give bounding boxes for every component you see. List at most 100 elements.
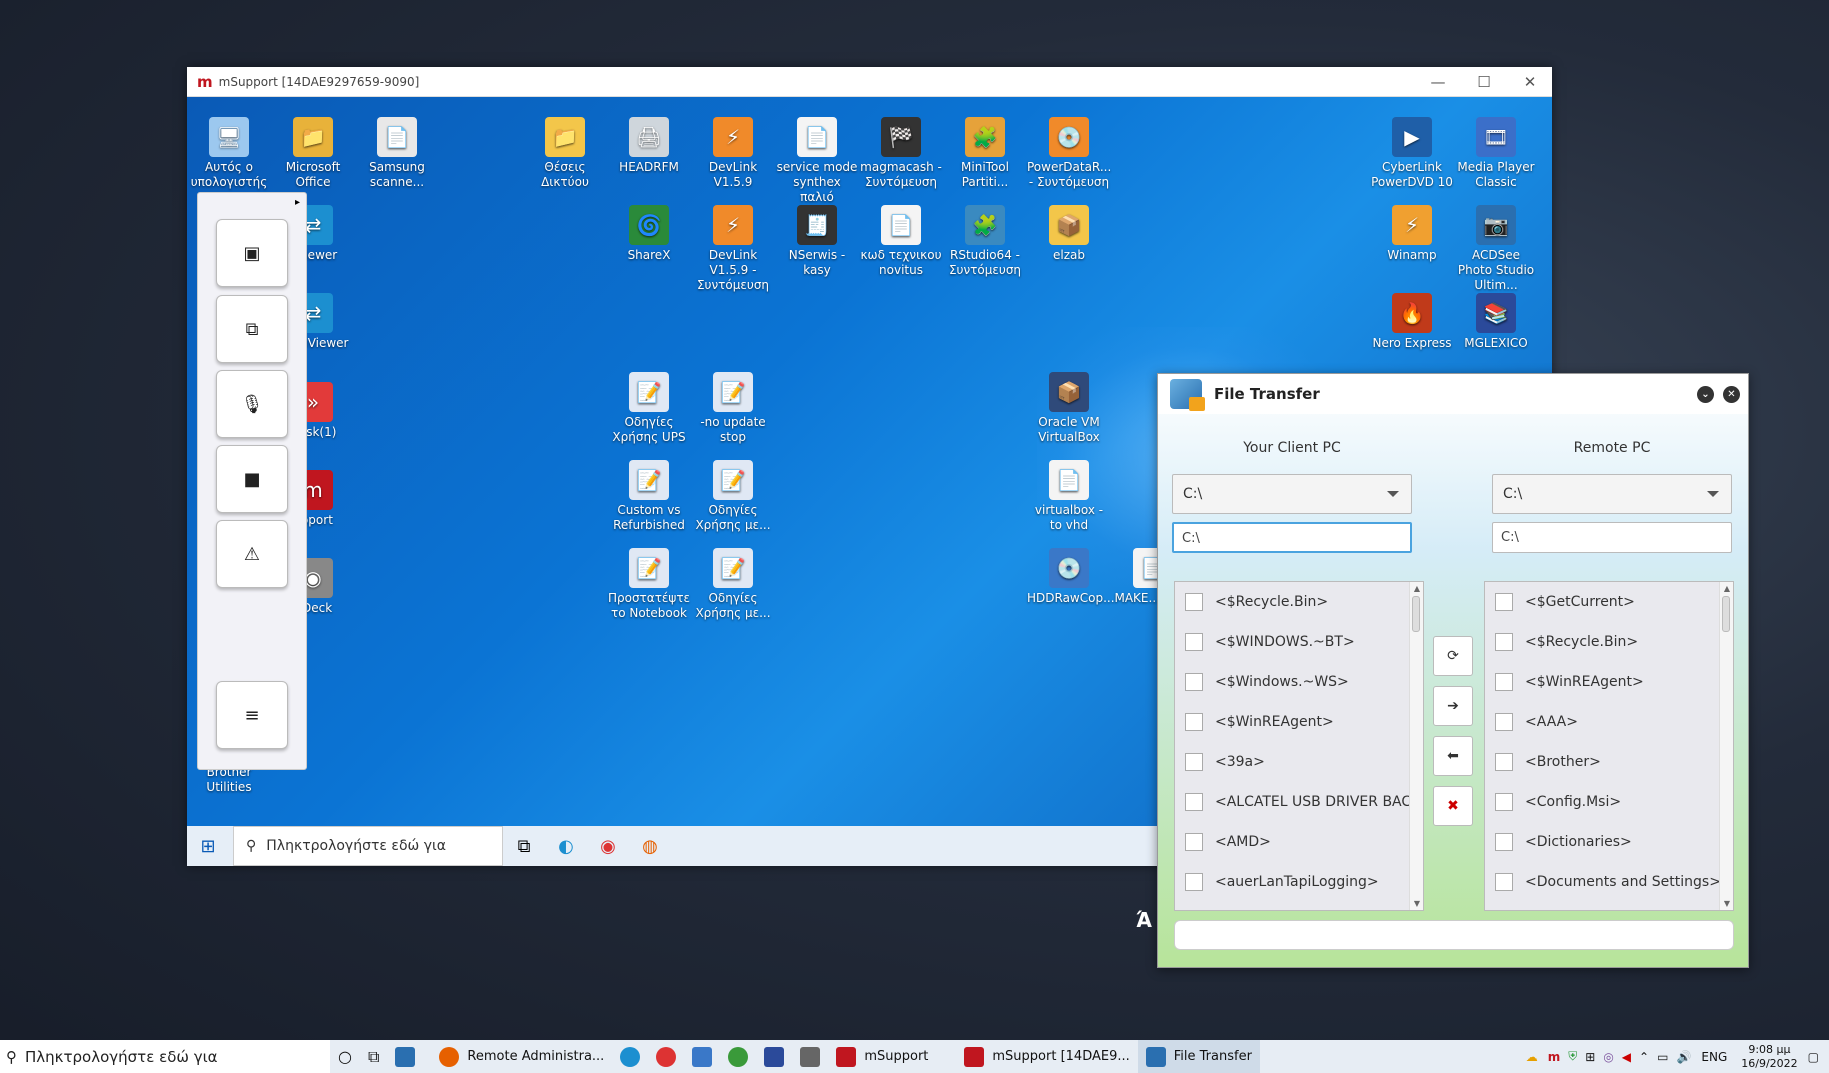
remote-search-box[interactable]: ⚲ Πληκτρολογήστε εδώ για [233, 826, 503, 866]
file-list-item[interactable]: <39a> [1175, 742, 1423, 782]
item-checkbox[interactable] [1495, 873, 1513, 891]
menu-button[interactable]: ≡ [216, 681, 288, 749]
desktop-icon[interactable]: ⚡ Winamp [1370, 205, 1454, 263]
collapse-icon[interactable]: ⌄ [1697, 386, 1714, 403]
cortana-icon[interactable]: ○ [330, 1040, 360, 1073]
client-scrollbar[interactable]: ▲ ▼ [1409, 582, 1423, 910]
desktop-icon[interactable]: 🖨 HEADRFM [607, 117, 691, 175]
desktop-icon[interactable]: 📚 MGLEXICO [1454, 293, 1538, 351]
desktop-icon[interactable]: 🔥 Nero Express [1370, 293, 1454, 351]
item-checkbox[interactable] [1185, 673, 1203, 691]
taskbar-app-msupport-session[interactable]: mSupport [14DAE9... [956, 1040, 1137, 1073]
remote-start-icon[interactable]: ⊞ [187, 826, 229, 866]
file-list-item[interactable]: <AMD> [1175, 822, 1423, 862]
item-checkbox[interactable] [1495, 833, 1513, 851]
desktop-icon[interactable]: 📦 elzab [1027, 205, 1111, 263]
file-list-item[interactable]: <$Windows.~WS> [1175, 662, 1423, 702]
network-icon[interactable]: ▭ [1657, 1050, 1668, 1064]
remote-file-list[interactable]: <$GetCurrent> <$Recycle.Bin> <$WinREAgent>… [1484, 581, 1734, 911]
item-checkbox[interactable] [1185, 833, 1203, 851]
taskbar-app-msupport[interactable]: mSupport [828, 1040, 936, 1073]
chevron-up-icon[interactable]: ⌃ [1639, 1050, 1649, 1064]
desktop-icon[interactable]: 📁 Microsoft Office [271, 117, 355, 190]
file-list-item[interactable]: <Config.Msi> [1485, 782, 1733, 822]
desktop-icon[interactable]: 📄 virtualbox - to vhd [1027, 460, 1111, 533]
tool-icon[interactable] [792, 1040, 828, 1073]
file-transfer-titlebar[interactable]: File Transfer ⌄ ✕ [1158, 374, 1748, 414]
volume-icon[interactable]: 🔊 [1676, 1050, 1691, 1064]
remote-drive-select[interactable]: C:\ [1492, 474, 1732, 514]
chrome-icon[interactable] [648, 1040, 684, 1073]
taskbar-search-box[interactable]: ⚲ Πληκτρολογήστε εδώ για [0, 1040, 330, 1073]
item-checkbox[interactable] [1495, 753, 1513, 771]
desktop-icon[interactable]: 📝 Οδηγίες Χρήσης UPS [607, 372, 691, 445]
viber-icon[interactable]: ◎ [1603, 1050, 1613, 1064]
edge-icon[interactable] [612, 1040, 648, 1073]
desktop-icon[interactable]: 📝 Οδηγίες Χρήσης με... [691, 460, 775, 533]
desktop-icon[interactable]: 📝 Προστατέψτε το Notebook [607, 548, 691, 621]
firefox-icon[interactable]: ◍ [629, 826, 671, 866]
remote-scrollbar[interactable]: ▲ ▼ [1719, 582, 1733, 910]
file-list-item[interactable]: <Documents and Settings> [1485, 862, 1733, 902]
desktop-icon[interactable]: 📝 -no update stop [691, 372, 775, 445]
item-checkbox[interactable] [1185, 593, 1203, 611]
desktop-icon[interactable]: 💿 HDDRawCop... [1027, 548, 1115, 606]
send-to-remote-button[interactable]: ➔ [1433, 686, 1473, 726]
item-checkbox[interactable] [1495, 593, 1513, 611]
client-path-input[interactable]: C:\ [1172, 522, 1412, 553]
desktop-icon[interactable]: 📦 Oracle VM VirtualBox [1027, 372, 1111, 445]
desktop-icon[interactable]: 🌀 ShareX [607, 205, 691, 263]
receive-from-remote-button[interactable]: ⬅ [1433, 736, 1473, 776]
screenshot-button[interactable]: ▣ [216, 219, 288, 287]
minimize-button[interactable]: — [1415, 67, 1461, 97]
edge-icon[interactable]: ◐ [545, 826, 587, 866]
desktop-icon[interactable]: 📄 service mode synthex παλιό [775, 117, 859, 205]
item-checkbox[interactable] [1185, 753, 1203, 771]
close-icon[interactable]: ✕ [1723, 386, 1740, 403]
desktop-icon[interactable]: 🧩 MiniTool Partiti... [943, 117, 1027, 190]
desktop-icon[interactable]: ⚡ DevLink V1.5.9 - Συντόμευση [691, 205, 775, 293]
desktop-icon[interactable]: 📄 Samsung scanne... [355, 117, 439, 190]
app-tray-icon[interactable]: ⊞ [1585, 1050, 1595, 1064]
desktop-icon[interactable]: 💿 PowerDataR... - Συντόμευση [1027, 117, 1111, 190]
desktop-icon[interactable]: 🏁 magmacash - Συντόμευση [859, 117, 943, 190]
item-checkbox[interactable] [1495, 793, 1513, 811]
utorrent-icon[interactable] [720, 1040, 756, 1073]
file-list-item[interactable]: <Dictionaries> [1485, 822, 1733, 862]
desktop-icon[interactable]: 📄 κωδ τεχνικου novitus [859, 205, 943, 278]
item-checkbox[interactable] [1495, 673, 1513, 691]
store-icon[interactable] [387, 1040, 431, 1073]
client-drive-select[interactable]: C:\ [1172, 474, 1412, 514]
language-indicator[interactable]: ENG [1701, 1050, 1727, 1064]
mute-mic-button[interactable]: 🎙 [216, 370, 288, 438]
file-list-item[interactable]: <$Recycle.Bin> [1485, 622, 1733, 662]
refresh-button[interactable]: ⟳ [1433, 636, 1473, 676]
file-list-item[interactable]: <Brother> [1485, 742, 1733, 782]
remote-window-titlebar[interactable]: m mSupport [14DAE9297659-9090] — ☐ ✕ [187, 67, 1552, 97]
desktop-icon[interactable]: 🖥 Αυτός ο υπολογιστής [187, 117, 271, 190]
mglexico-icon[interactable] [756, 1040, 792, 1073]
file-list-item[interactable]: <ALCATEL USB DRIVER BACK [1175, 782, 1423, 822]
expand-arrow-icon[interactable]: ▸ [295, 197, 300, 208]
chrome-icon[interactable]: ◉ [587, 826, 629, 866]
desktop-icon[interactable]: 🎞 Media Player Classic [1454, 117, 1538, 190]
item-checkbox[interactable] [1185, 633, 1203, 651]
desktop-icon[interactable]: 📝 Οδηγίες Χρήσης με... [691, 548, 775, 621]
file-list-item[interactable]: <$Recycle.Bin> [1175, 582, 1423, 622]
msupport-tray-icon[interactable]: m [1548, 1050, 1561, 1064]
clock[interactable]: 9:08 μμ 16/9/2022 [1733, 1043, 1805, 1071]
file-list-item[interactable]: <$GetCurrent> [1485, 582, 1733, 622]
maximize-button[interactable]: ☐ [1461, 67, 1507, 97]
taskbar-app-remote-admin[interactable]: Remote Administra... [431, 1040, 612, 1073]
item-checkbox[interactable] [1185, 713, 1203, 731]
close-button[interactable]: ✕ [1507, 67, 1553, 97]
file-list-item[interactable]: <auerLanTapiLogging> [1175, 862, 1423, 902]
notifications-icon[interactable]: ▢ [1808, 1050, 1819, 1064]
desktop-icon[interactable]: 🧩 RStudio64 - Συντόμευση [943, 205, 1027, 278]
task-view-icon[interactable]: ⧉ [360, 1040, 387, 1073]
desktop-icon[interactable]: 🧾 NSerwis - kasy [775, 205, 859, 278]
camera-off-button[interactable]: ■ [216, 445, 288, 513]
app-tray-icon[interactable]: ◀ [1622, 1050, 1631, 1064]
desktop-icon[interactable]: 📷 ACDSee Photo Studio Ultim... [1454, 205, 1538, 293]
delete-button[interactable]: ✖ [1433, 786, 1473, 826]
